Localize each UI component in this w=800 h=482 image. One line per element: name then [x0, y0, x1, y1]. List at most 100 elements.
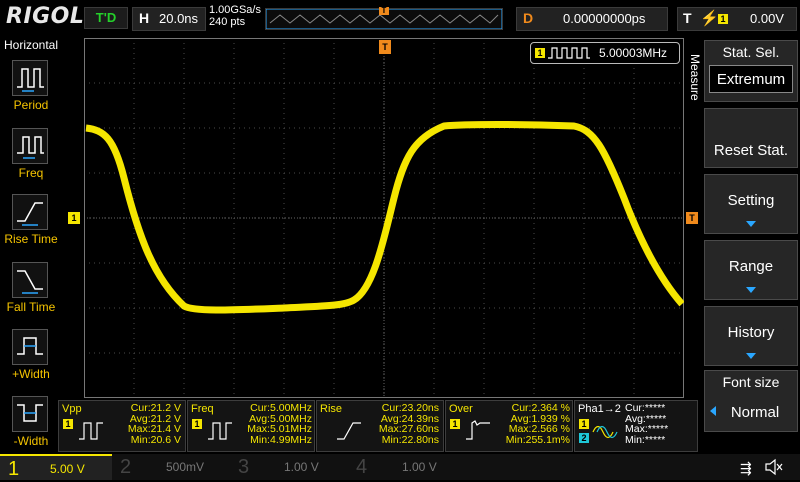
phase-max: Max:*****	[625, 423, 669, 435]
rise-max: Max:27.60ns	[378, 423, 439, 435]
setting-chevron-down-icon	[746, 221, 756, 227]
channel-1-scale: 5.00 V	[50, 462, 85, 476]
channel-2-scale: 500mV	[166, 460, 205, 474]
menu-freq[interactable]: Freq	[0, 124, 62, 184]
font-size-title: Font size	[722, 374, 780, 390]
top-status-bar: RIGOL T'D H 20.0ns 1.00GSa/s 240 pts T D…	[0, 0, 800, 36]
channel-3-number: 3	[238, 456, 250, 478]
freq-cur: Cur:5.00MHz	[250, 402, 312, 414]
memory-depth: 240 pts	[209, 16, 246, 28]
menu-rise-time-label: Rise Time	[4, 232, 58, 246]
trigger-key-label: T	[683, 10, 692, 26]
measure-overshoot[interactable]: Over 1 Cur:2.364 % Avg:1.939 % Max:2.566…	[445, 400, 573, 452]
stat-sel-value: Extremum	[716, 71, 786, 88]
stat-sel-button[interactable]: Stat. Sel. Extremum	[704, 40, 798, 102]
memory-position-bar[interactable]: T	[265, 7, 503, 30]
vpp-cur: Cur:21.2 V	[130, 402, 181, 414]
channel-3-scale: 1.00 V	[284, 460, 319, 474]
speaker-muted-icon[interactable]	[764, 458, 784, 476]
channel-1-tab[interactable]: 1 5.00 V	[0, 454, 112, 480]
channel-2-tab[interactable]: 2 500mV	[114, 454, 230, 480]
period-icon	[12, 60, 48, 96]
left-menu-title: Horizontal	[3, 38, 59, 52]
freq-min: Min:4.99MHz	[250, 433, 312, 446]
rigol-logo: RIGOL	[6, 4, 85, 29]
channel-3-tab[interactable]: 3 1.00 V	[232, 454, 348, 480]
setting-button[interactable]: Setting	[704, 174, 798, 234]
measure-phase-name: Pha1→2	[578, 403, 621, 415]
measure-phase-ch1-badge: 1	[579, 419, 589, 429]
measure-vpp-stats: Cur:21.2 V Avg:21.2 V Max:21.4 V Min:20.…	[109, 403, 181, 445]
history-chevron-down-icon	[746, 353, 756, 359]
measure-freq[interactable]: Freq 1 Cur:5.00MHz Avg:5.00MHz Max:5.01M…	[187, 400, 315, 452]
measure-over-stats: Cur:2.364 % Avg:1.939 % Max:2.566 % Min:…	[496, 403, 570, 445]
trigger-level-value: 0.00V	[750, 11, 784, 26]
over-min: Min:255.1m%	[505, 433, 570, 446]
rising-edge-icon: ⚡	[700, 10, 719, 27]
trigger-delay-value: 0.00000000ps	[563, 11, 646, 26]
stat-sel-value-box: Extremum	[709, 65, 793, 93]
font-size-button[interactable]: Font size Normal	[704, 370, 798, 432]
vpp-min: Min:20.6 V	[130, 433, 181, 446]
channel-1-number: 1	[8, 458, 20, 480]
trigger-channel-badge: 1	[718, 14, 728, 24]
ch1-offset-marker[interactable]: 1	[68, 212, 80, 224]
graticule	[83, 37, 685, 399]
rise-cur: Cur:23.20ns	[381, 402, 439, 414]
delay-key-label: D	[523, 10, 534, 26]
channel-4-tab[interactable]: 4 1.00 V	[350, 454, 466, 480]
history-button[interactable]: History	[704, 306, 798, 366]
measure-rise-name: Rise	[320, 403, 343, 415]
channel-2-number: 2	[120, 456, 132, 478]
horizontal-key-label: H	[139, 10, 150, 26]
freq-icon	[12, 128, 48, 164]
measure-vpp[interactable]: Vpp 1 Cur:21.2 V Avg:21.2 V Max:21.4 V M…	[58, 400, 186, 452]
menu-period[interactable]: Period	[0, 56, 62, 116]
trigger-level-marker[interactable]: T	[686, 212, 698, 224]
trigger-panel[interactable]: T ⚡ 1 0.00V	[677, 7, 797, 31]
channel-4-number: 4	[356, 456, 368, 478]
measure-phase[interactable]: Pha1→2 1 2 Cur:***** Avg:***** Max:*****…	[574, 400, 698, 452]
trigger-delay-box[interactable]: D 0.00000000ps	[516, 7, 668, 31]
menu-rise-time[interactable]: Rise Time	[0, 190, 62, 250]
menu-fall-time[interactable]: Fall Time	[0, 258, 62, 318]
measure-phase-stats: Cur:***** Avg:***** Max:***** Min:*****	[625, 403, 695, 445]
menu-fall-time-label: Fall Time	[6, 300, 56, 314]
measure-over-name: Over	[449, 403, 473, 415]
waveform-display[interactable]	[83, 37, 685, 399]
menu-period-label: Period	[13, 98, 49, 112]
reset-stat-button[interactable]: Reset Stat.	[704, 108, 798, 168]
measure-vpp-name: Vpp	[62, 403, 82, 415]
stat-sel-title: Stat. Sel.	[722, 44, 780, 60]
range-button[interactable]: Range	[704, 240, 798, 300]
sample-rate: 1.00GSa/s	[209, 4, 261, 16]
freq-max: Max:5.01MHz	[247, 423, 312, 435]
measure-menu-tab: Measure	[688, 40, 704, 120]
measure-over-channel-badge: 1	[450, 419, 460, 429]
measure-freq-channel-badge: 1	[192, 419, 202, 429]
vpp-icon	[79, 422, 103, 440]
phase-min: Min:*****	[625, 433, 666, 446]
measure-rise-stats: Cur:23.20ns Avg:24.39ns Max:27.60ns Min:…	[367, 403, 439, 445]
square-wave-icon	[548, 47, 590, 59]
usb-icon: ⇶	[740, 460, 752, 476]
menu-pos-width[interactable]: +Width	[0, 325, 62, 385]
over-max: Max:2.566 %	[508, 423, 570, 435]
font-size-value: Normal	[730, 404, 780, 421]
over-cur: Cur:2.364 %	[511, 402, 570, 414]
reset-stat-label: Reset Stat.	[713, 142, 789, 159]
measure-rise[interactable]: Rise Cur:23.20ns Avg:24.39ns Max:27.60ns…	[316, 400, 444, 452]
pos-width-icon	[12, 329, 48, 365]
neg-width-icon	[12, 396, 48, 432]
menu-neg-width[interactable]: -Width	[0, 392, 62, 452]
range-label: Range	[728, 258, 774, 275]
channel-4-scale: 1.00 V	[402, 460, 437, 474]
memory-trigger-marker: T	[379, 7, 389, 15]
setting-label: Setting	[727, 192, 775, 209]
menu-neg-width-label: -Width	[13, 434, 49, 448]
run-status-badge[interactable]: T'D	[84, 7, 128, 29]
trigger-position-marker[interactable]: T	[379, 40, 391, 54]
horizontal-timebase-box[interactable]: H 20.0ns	[132, 7, 206, 31]
overshoot-icon	[466, 420, 490, 440]
acquisition-info: 1.00GSa/s 240 pts	[209, 4, 261, 28]
